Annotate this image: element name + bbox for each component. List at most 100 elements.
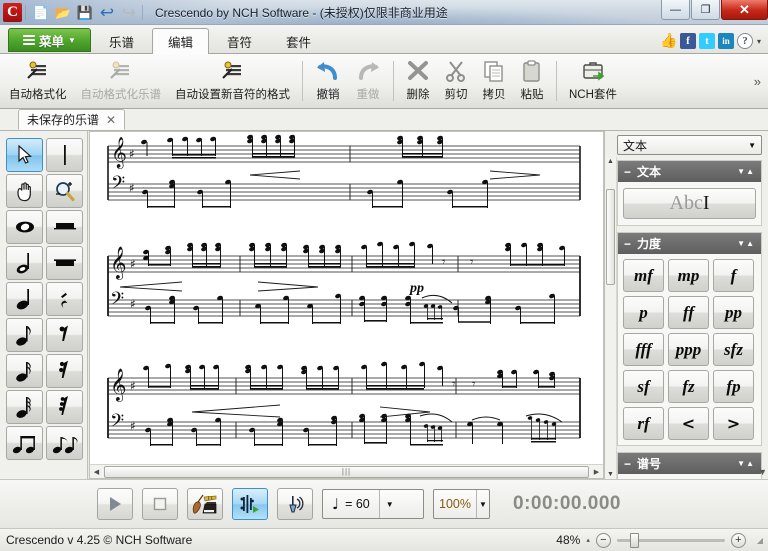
collapse-icon[interactable]: − [624, 457, 631, 471]
click-sound-button[interactable] [277, 488, 313, 520]
section-clefs-header[interactable]: − 谱号 ▼▲ [618, 453, 761, 474]
delete-button[interactable]: 删除 [399, 56, 437, 106]
tab-suite[interactable]: 套件 [270, 28, 327, 53]
crescendo-hairpin-button[interactable]: < [668, 407, 709, 440]
close-icon[interactable]: ✕ [106, 113, 116, 127]
tab-edit[interactable]: 编辑 [152, 28, 209, 54]
section-text-header[interactable]: − 文本 ▼▲ [618, 161, 761, 182]
copy-button[interactable]: 拷贝 [475, 56, 513, 106]
dynamic-fff-button[interactable]: fff [623, 333, 664, 366]
zoom-slider-knob[interactable] [630, 533, 639, 548]
thirtysecond-note-tool[interactable] [6, 390, 43, 424]
diminuendo-hairpin-button[interactable]: > [713, 407, 754, 440]
undo-button[interactable]: 撤销 [308, 56, 348, 106]
dynamic-mf-button[interactable]: mf [623, 259, 664, 292]
quarter-note-tool[interactable] [6, 282, 43, 316]
chevron-up-icon[interactable]: ▴ [586, 536, 590, 544]
section-sort-arrows-icon[interactable]: ▼▲ [737, 167, 755, 176]
score-paper[interactable]: 𝄞 𝄢 ♯ ♯ [90, 132, 603, 464]
paste-button[interactable]: 粘贴 [513, 56, 551, 106]
panel-scroll-down-icon[interactable]: ▼ [758, 467, 767, 477]
add-text-button[interactable]: AbcI [623, 188, 756, 219]
tempo-combo[interactable]: ♩ = 60 ▼ [322, 489, 424, 519]
sixteenth-note-tool[interactable] [6, 354, 43, 388]
scroll-left-arrow-icon[interactable]: ◀ [90, 468, 103, 476]
maximize-button[interactable]: ❐ [691, 0, 720, 20]
barline-tool[interactable] [46, 138, 83, 172]
zoom-slider[interactable] [617, 533, 725, 548]
thumbs-up-icon[interactable]: 👍 [661, 33, 677, 49]
score-canvas[interactable]: 𝄞 𝄢 ♯ ♯ [89, 131, 604, 479]
chevron-down-icon[interactable]: ▼ [476, 490, 489, 518]
new-document-icon[interactable]: 📄 [31, 2, 51, 22]
minimize-button[interactable]: — [661, 0, 690, 20]
dynamic-rf-button[interactable]: rf [623, 407, 664, 440]
play-button[interactable] [97, 488, 133, 520]
collapse-icon[interactable]: − [624, 237, 631, 251]
undo-arrow-icon[interactable]: ↩ [97, 2, 117, 22]
tab-score[interactable]: 乐谱 [93, 28, 150, 53]
instruments-button[interactable] [187, 488, 223, 520]
auto-format-new-notes-label: 自动设置新音符的格式 [175, 86, 290, 102]
twitter-icon[interactable]: t [699, 33, 715, 49]
vertical-scroll-thumb[interactable] [606, 189, 615, 285]
whole-note-tool[interactable] [6, 210, 43, 244]
horizontal-scroll-thumb[interactable]: ||| [104, 466, 589, 478]
playback-zoom-combo[interactable]: 100% ▼ [433, 489, 490, 519]
dynamic-mp-button[interactable]: mp [668, 259, 709, 292]
chevron-down-icon[interactable]: ▾ [757, 37, 761, 46]
section-dynamics-header[interactable]: − 力度 ▼▲ [618, 233, 761, 254]
score-horizontal-scrollbar[interactable]: ◀ ||| ▶ [90, 464, 603, 478]
pan-hand-tool[interactable] [6, 174, 43, 208]
sixteenth-rest-tool[interactable] [46, 354, 83, 388]
scroll-down-arrow-icon[interactable]: ▼ [605, 471, 616, 478]
scroll-up-arrow-icon[interactable]: ▲ [605, 158, 616, 165]
save-icon[interactable]: 💾 [75, 2, 95, 22]
section-sort-arrows-icon[interactable]: ▼▲ [737, 459, 755, 468]
dynamic-fp-button[interactable]: fp [713, 370, 754, 403]
beamed-notes-tool[interactable] [6, 426, 43, 460]
dynamic-fz-button[interactable]: fz [668, 370, 709, 403]
zoom-in-button[interactable]: + [731, 533, 746, 548]
dynamic-sfz-button[interactable]: sfz [713, 333, 754, 366]
document-tab-unsaved-score[interactable]: 未保存的乐谱 ✕ [18, 109, 125, 130]
dynamic-pp-button[interactable]: pp [713, 296, 754, 329]
dynamic-p-button[interactable]: p [623, 296, 664, 329]
eighth-rest-tool[interactable] [46, 318, 83, 352]
cut-button[interactable]: 剪切 [437, 56, 475, 106]
dynamic-ppp-button[interactable]: ppp [668, 333, 709, 366]
auto-format-button[interactable]: 自动格式化 [2, 56, 74, 106]
toolbar-overflow-button[interactable]: » [754, 74, 766, 89]
half-note-tool[interactable] [6, 246, 43, 280]
tied-notes-tool[interactable] [46, 426, 83, 460]
tab-notes[interactable]: 音符 [211, 28, 268, 53]
dynamic-ff-button[interactable]: ff [668, 296, 709, 329]
help-icon[interactable]: ? [737, 33, 753, 49]
dynamic-f-button[interactable]: f [713, 259, 754, 292]
select-arrow-tool[interactable] [6, 138, 43, 172]
linkedin-icon[interactable]: in [718, 33, 734, 49]
quarter-rest-tool[interactable] [46, 282, 83, 316]
menu-button[interactable]: 菜单 ▼ [8, 28, 91, 52]
whole-rest-tool[interactable] [46, 210, 83, 244]
panel-vertical-scrollbar[interactable]: ▲ ▼ [605, 157, 617, 479]
close-button[interactable]: ✕ [721, 0, 768, 20]
auto-format-new-notes-button[interactable]: 自动设置新音符的格式 [168, 56, 297, 106]
nch-suite-button[interactable]: NCH套件 [562, 56, 624, 106]
facebook-icon[interactable]: f [680, 33, 696, 49]
half-rest-tool[interactable] [46, 246, 83, 280]
thirtysecond-rest-tool[interactable] [46, 390, 83, 424]
playback-view-button[interactable] [232, 488, 268, 520]
zoom-out-button[interactable]: − [596, 533, 611, 548]
eighth-note-tool[interactable] [6, 318, 43, 352]
resize-grip-icon[interactable]: ◢ [757, 536, 762, 545]
section-sort-arrows-icon[interactable]: ▼▲ [737, 239, 755, 248]
stop-button[interactable] [142, 488, 178, 520]
category-select[interactable]: 文本 ▼ [617, 135, 762, 155]
open-folder-icon[interactable]: 📂 [53, 2, 73, 22]
chevron-down-icon[interactable]: ▼ [379, 490, 400, 518]
zoom-magnifier-tool[interactable] [46, 174, 83, 208]
collapse-icon[interactable]: − [624, 165, 631, 179]
scroll-right-arrow-icon[interactable]: ▶ [590, 468, 603, 476]
dynamic-sf-button[interactable]: sf [623, 370, 664, 403]
